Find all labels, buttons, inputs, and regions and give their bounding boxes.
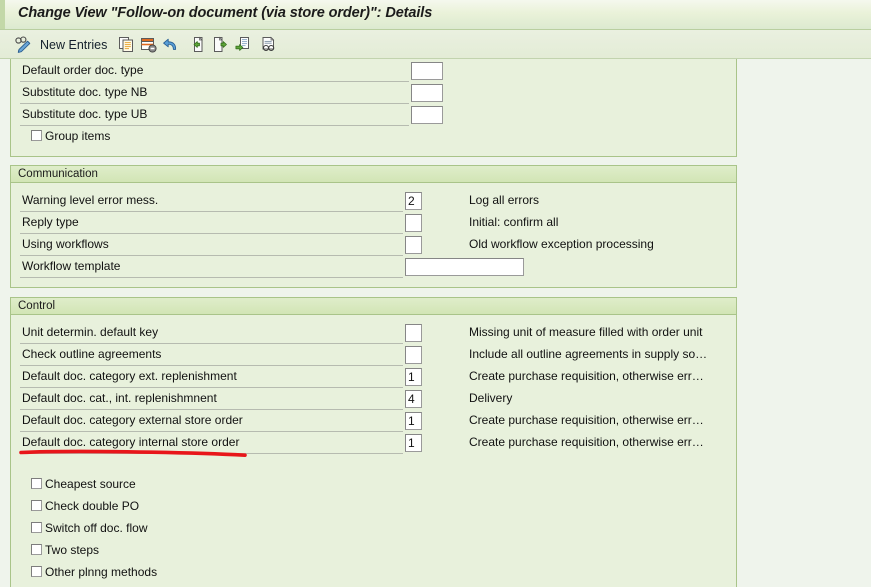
workflow-template-input[interactable]: [405, 258, 524, 276]
title-bar-accent: [0, 0, 5, 29]
group-header-communication: Communication: [11, 166, 736, 183]
default-order-doc-type-input[interactable]: [411, 62, 443, 80]
field-label: Check outline agreements: [22, 347, 162, 361]
checkbox-label: Switch off doc. flow: [45, 521, 148, 535]
field-hint: Log all errors: [469, 193, 540, 207]
field-hint: Initial: confirm all: [469, 215, 559, 229]
two-steps-checkbox[interactable]: [31, 544, 42, 555]
default-doc-cat-int-replenishment-input[interactable]: 4: [405, 390, 422, 408]
checkbox-label: Two steps: [45, 543, 100, 557]
field-label: Warning level error mess.: [22, 193, 159, 207]
form-row: Using workflows Old workflow exception p…: [11, 234, 736, 256]
window-title-bar: Change View "Follow-on document (via sto…: [0, 0, 871, 30]
field-label: Reply type: [22, 215, 79, 229]
field-label: Using workflows: [22, 237, 109, 251]
form-row: Default doc. cat., int. replenishmnent 4…: [11, 388, 736, 410]
undo-icon[interactable]: [159, 33, 181, 57]
default-doc-category-ext-replenishment-input[interactable]: 1: [405, 368, 422, 386]
field-hint: Delivery: [469, 391, 513, 405]
warning-level-error-mess-input[interactable]: 2: [405, 192, 422, 210]
checkbox-row[interactable]: Switch off doc. flow: [11, 518, 736, 540]
substitute-doc-type-nb-input[interactable]: [411, 84, 443, 102]
application-toolbar: New Entries: [0, 30, 871, 59]
form-row: Workflow template: [11, 256, 736, 278]
checkbox-row[interactable]: Group items: [11, 126, 736, 150]
cheapest-source-checkbox[interactable]: [31, 478, 42, 489]
checkbox-label: Cheapest source: [45, 477, 136, 491]
field-hint: Missing unit of measure filled with orde…: [469, 325, 703, 339]
next-entry-icon[interactable]: [208, 33, 230, 57]
checkbox-label: Group items: [45, 129, 111, 143]
default-doc-category-internal-store-order-input[interactable]: 1: [405, 434, 422, 452]
group-control: Control Unit determin. default key Missi…: [10, 297, 737, 587]
other-plnng-methods-checkbox[interactable]: [31, 566, 42, 577]
checkbox-row[interactable]: Other plnng methods: [11, 562, 736, 584]
group-top-partial: Default order doc. type Substitute doc. …: [10, 59, 737, 157]
form-row: Default doc. category external store ord…: [11, 410, 736, 432]
field-label: Default doc. category external store ord…: [22, 413, 243, 427]
details-scroll-viewport[interactable]: Default order doc. type Substitute doc. …: [0, 59, 871, 587]
field-label: Default doc. category ext. replenishment: [22, 369, 237, 383]
form-row: Unit determin. default key Missing unit …: [11, 322, 736, 344]
display-details-icon[interactable]: [257, 33, 279, 57]
substitute-doc-type-ub-input[interactable]: [411, 106, 443, 124]
checkbox-label: Other plnng methods: [45, 565, 158, 579]
form-row: Check outline agreements Include all out…: [11, 344, 736, 366]
form-row: Default doc. category internal store ord…: [11, 432, 736, 454]
group-header-control: Control: [11, 298, 736, 315]
field-hint: Old workflow exception processing: [469, 237, 654, 251]
field-label: Default doc. cat., int. replenishmnent: [22, 391, 217, 405]
field-hint: Create purchase requisition, otherwise e…: [469, 369, 704, 383]
field-hint: Include all outline agreements in supply…: [469, 347, 708, 361]
field-label: Unit determin. default key: [22, 325, 159, 339]
pencil-glasses-icon[interactable]: [12, 33, 35, 57]
form-row: Substitute doc. type UB: [11, 104, 736, 126]
field-hint: Create purchase requisition, otherwise e…: [469, 413, 704, 427]
checkbox-row[interactable]: Check double PO: [11, 496, 736, 518]
form-row: Reply type Initial: confirm all: [11, 212, 736, 234]
form-row: Substitute doc. type NB: [11, 82, 736, 104]
previous-entry-icon[interactable]: [186, 33, 208, 57]
copy-icon[interactable]: [115, 33, 137, 57]
form-row: Default order doc. type: [11, 60, 736, 82]
checkbox-label: Check double PO: [45, 499, 140, 513]
next-page-icon[interactable]: [230, 33, 252, 57]
checkbox-row[interactable]: Cheapest source: [11, 474, 736, 496]
field-label: Substitute doc. type UB: [22, 107, 148, 121]
field-hint: Create purchase requisition, otherwise e…: [469, 435, 704, 449]
group-items-checkbox[interactable]: [31, 130, 42, 141]
form-row: Default doc. category ext. replenishment…: [11, 366, 736, 388]
checkbox-row[interactable]: Two steps: [11, 540, 736, 562]
field-label: Default order doc. type: [22, 63, 144, 77]
form-row: Warning level error mess. 2 Log all erro…: [11, 190, 736, 212]
using-workflows-input[interactable]: [405, 236, 422, 254]
page-title: Change View "Follow-on document (via sto…: [18, 5, 433, 21]
reply-type-input[interactable]: [405, 214, 422, 232]
check-outline-agreements-input[interactable]: [405, 346, 422, 364]
field-label: Workflow template: [22, 259, 121, 273]
check-double-po-checkbox[interactable]: [31, 500, 42, 511]
new-entries-button[interactable]: New Entries: [35, 38, 115, 52]
delete-row-icon[interactable]: [137, 33, 159, 57]
field-label: Default doc. category internal store ord…: [22, 435, 240, 449]
field-label: Substitute doc. type NB: [22, 85, 148, 99]
default-doc-category-external-store-order-input[interactable]: 1: [405, 412, 422, 430]
unit-determin-default-key-input[interactable]: [405, 324, 422, 342]
switch-off-doc-flow-checkbox[interactable]: [31, 522, 42, 533]
group-communication: Communication Warning level error mess. …: [10, 165, 737, 288]
